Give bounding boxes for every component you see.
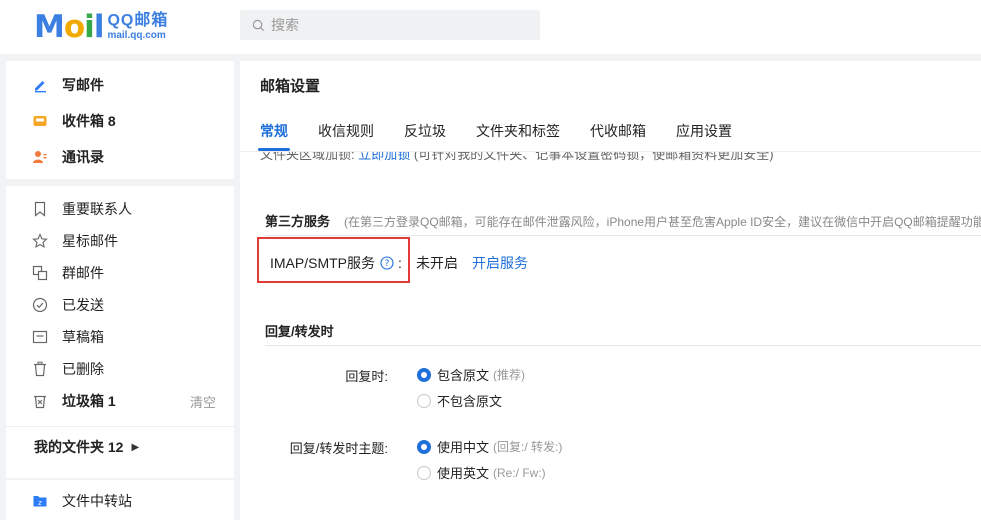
radio-include-original[interactable]: 包含原文 (推荐) [417, 365, 525, 384]
bookmark-icon [32, 201, 48, 217]
search-icon [252, 19, 265, 31]
contacts-icon [32, 149, 48, 165]
tab-app-settings[interactable]: 应用设置 [676, 121, 732, 151]
svg-text:?: ? [385, 259, 390, 269]
sidebar-folders: 我的文件夹 12 ▶ [6, 426, 234, 478]
help-icon[interactable]: ? [380, 256, 394, 270]
radio-subject-english[interactable]: 使用英文 (Re:/ Fw:) [417, 463, 546, 482]
sidebar-item-inbox[interactable]: 收件箱 8 [6, 106, 234, 136]
section-divider [265, 345, 981, 346]
file-transfer-icon: z [32, 493, 48, 509]
compose-button[interactable]: 写邮件 [6, 70, 234, 100]
clear-spam-link[interactable]: 清空 [190, 392, 216, 411]
radio-checked-icon[interactable] [417, 367, 431, 382]
check-circle-icon [32, 297, 48, 313]
sidebar-transfer: z 文件中转站 [6, 480, 234, 520]
spam-icon [32, 393, 48, 409]
radio-subject-chinese[interactable]: 使用中文 (回复:/ 转发:) [417, 437, 562, 456]
tab-anti-spam[interactable]: 反垃圾 [404, 121, 446, 151]
tab-folders-labels[interactable]: 文件夹和标签 [476, 121, 560, 151]
radio-checked-icon[interactable] [417, 439, 431, 454]
enable-service-link[interactable]: 开启服务 [472, 253, 528, 273]
imap-smtp-label: IMAP/SMTP服务 ? : [270, 255, 402, 271]
trash-icon [32, 361, 48, 377]
sidebar-item-deleted[interactable]: 已删除 [6, 354, 234, 384]
sidebar-item-important-contacts[interactable]: 重要联系人 [6, 194, 234, 224]
settings-tabs: 常规 收信规则 反垃圾 文件夹和标签 代收邮箱 应用设置 [258, 121, 762, 151]
sidebar-item-contacts[interactable]: 通讯录 [6, 142, 234, 172]
sidebar-item-starred[interactable]: 星标邮件 [6, 226, 234, 256]
logo-wordmark: Moil [34, 9, 104, 45]
group-mail-icon [32, 265, 48, 281]
logo-domain: mail.qq.com [107, 30, 166, 41]
reply-label: 回复时: [345, 369, 388, 384]
sidebar-item-group-mail[interactable]: 群邮件 [6, 258, 234, 288]
settings-panel: 邮箱设置 文件夹区域加锁: 立即加锁 (可针对我的文件夹、记事本设置密码锁，使邮… [240, 61, 981, 520]
search-box[interactable] [240, 10, 540, 40]
sidebar-item-spam[interactable]: 垃圾箱 1 清空 [6, 386, 234, 416]
section-divider [265, 235, 981, 236]
sidebar-primary: 写邮件 收件箱 8 通讯录 [6, 61, 234, 179]
draft-icon [32, 329, 48, 345]
subject-label: 回复/转发时主题: [289, 441, 388, 456]
svg-text:z: z [38, 499, 42, 507]
tabs-divider [240, 151, 981, 152]
caret-right-icon: ▶ [131, 441, 140, 453]
my-folders-toggle[interactable]: 我的文件夹 12 ▶ [34, 437, 139, 457]
logo-brand: QQ邮箱 [107, 12, 169, 29]
sidebar-item-sent[interactable]: 已发送 [6, 290, 234, 320]
pen-icon [32, 77, 48, 93]
sidebar-item-drafts[interactable]: 草稿箱 [6, 322, 234, 352]
third-party-section-title: 第三方服务 (在第三方登录QQ邮箱，可能存在邮件泄露风险，iPhone用户甚至危害… [265, 211, 981, 230]
reply-section-title: 回复/转发时 [265, 324, 334, 339]
radio-unchecked-icon[interactable] [417, 393, 431, 408]
third-party-hint: (在第三方登录QQ邮箱，可能存在邮件泄露风险，iPhone用户甚至危害Apple… [344, 215, 981, 229]
tab-receive-rules[interactable]: 收信规则 [318, 121, 374, 151]
radio-exclude-original[interactable]: 不包含原文 [417, 391, 502, 410]
radio-unchecked-icon[interactable] [417, 465, 431, 480]
tab-mail-fetch[interactable]: 代收邮箱 [590, 121, 646, 151]
page-title: 邮箱设置 [260, 78, 321, 95]
sidebar-item-file-transfer[interactable]: z 文件中转站 [6, 486, 234, 516]
top-bar: Moil QQ邮箱 mail.qq.com [0, 0, 981, 54]
sidebar-secondary: 重要联系人 星标邮件 群邮件 已发送 草稿箱 已删除 垃圾箱 1 清空 [6, 186, 234, 426]
search-input[interactable] [271, 17, 521, 33]
star-icon [32, 233, 48, 249]
inbox-icon [32, 113, 48, 129]
imap-status: 未开启 [416, 255, 458, 271]
qq-mail-logo[interactable]: Moil QQ邮箱 mail.qq.com [34, 10, 168, 44]
tab-general[interactable]: 常规 [258, 121, 290, 151]
